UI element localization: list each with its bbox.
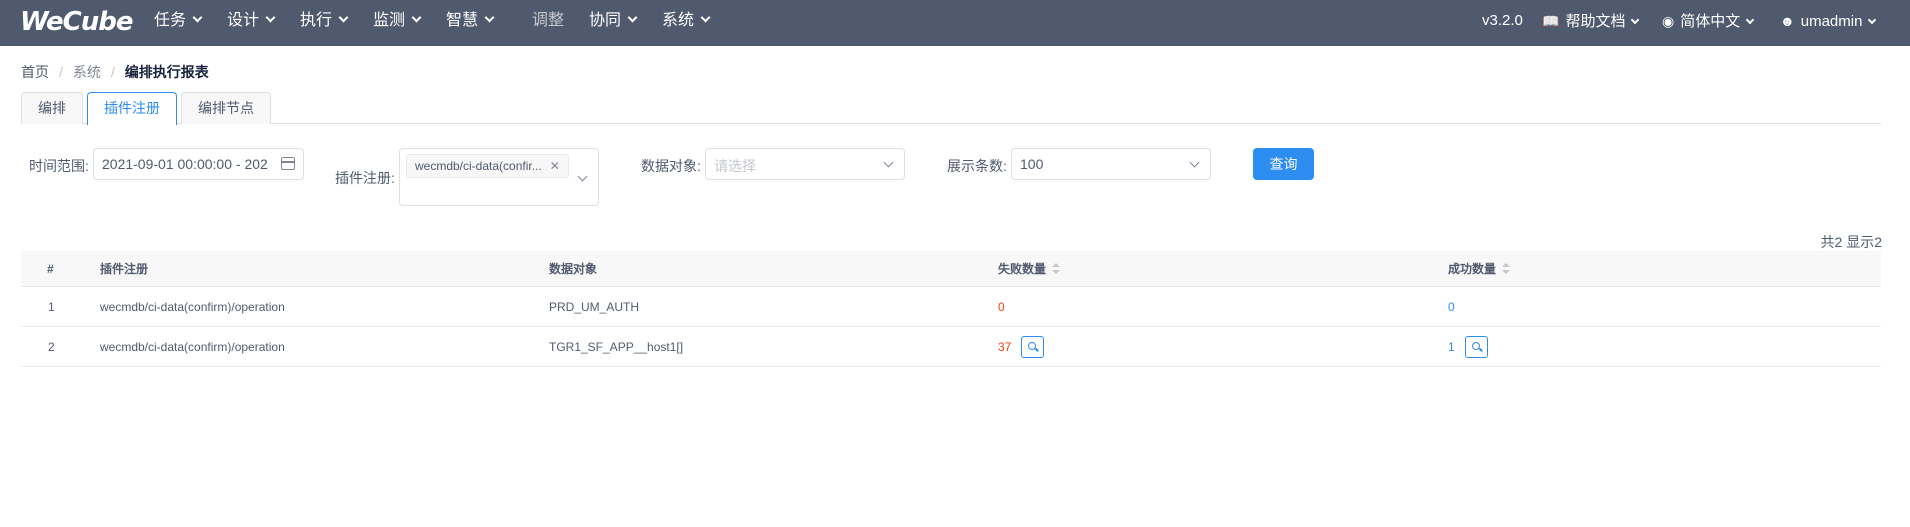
column-data-object: 数据对象 [549,262,598,276]
row-index: 1 [48,299,55,314]
view-failed-button[interactable] [1021,335,1045,358]
calendar-icon [281,157,295,170]
chevron-down-icon [627,12,638,23]
chevron-down-icon [1631,15,1640,25]
chevron-down-icon [577,171,588,182]
chevron-down-icon [411,12,422,23]
chevron-down-icon [1868,15,1877,25]
row-success-count: 1 [1448,339,1455,354]
column-index: # [47,261,54,276]
chevron-down-icon [484,12,495,23]
breadcrumb: 首页 / 系统 / 编排执行报表 [21,64,209,80]
chevron-down-icon [192,12,203,23]
user-icon: ☻ [1780,13,1795,29]
chevron-down-icon [1745,15,1755,25]
nav-adjust[interactable]: 调整 [532,0,564,46]
close-icon[interactable]: ✕ [550,159,560,173]
display-count-label: 展示条数: [947,158,1007,174]
data-object-label: 数据对象: [641,158,701,174]
selected-plugin-tag: wecmdb/ci-data(confir... ✕ [406,154,569,178]
breadcrumb-current: 编排执行报表 [124,64,209,80]
row-failed-count: 37 [998,339,1012,354]
book-icon: 📖 [1542,13,1560,29]
nav-task[interactable]: 任务 [154,0,203,46]
report-table: # 插件注册 数据对象 失败数量 成功数量 1 wecmdb/ci-data(c… [21,251,1881,367]
chevron-down-icon [883,157,894,168]
language-menu[interactable]: ◉ 简体中文 [1662,0,1755,46]
plugin-label: 插件注册: [335,170,395,186]
globe-icon: ◉ [1662,13,1675,29]
nav-system[interactable]: 系统 [662,0,711,46]
data-object-select[interactable]: 请选择 [705,148,905,180]
tab-plugin-registration[interactable]: 插件注册 [87,92,177,125]
version-label: v3.2.0 [1482,12,1523,29]
view-success-button[interactable] [1464,335,1488,358]
row-data-object: TGR1_SF_APP__host1[] [549,339,684,354]
breadcrumb-home[interactable]: 首页 [21,64,49,80]
display-count-select[interactable]: 100 [1011,148,1211,180]
help-docs-menu[interactable]: 📖 帮助文档 [1542,0,1640,46]
nav-collaborate[interactable]: 协同 [589,0,638,46]
table-row: 2 wecmdb/ci-data(confirm)/operation TGR1… [21,327,1881,367]
chevron-down-icon [1189,157,1200,168]
breadcrumb-system[interactable]: 系统 [73,64,101,80]
row-failed-count: 0 [998,299,1005,314]
row-data-object: PRD_UM_AUTH [549,299,640,314]
top-navbar: WeCube 任务 设计 执行 监测 智慧 调整 协同 系统 v3.2.0 📖 帮… [0,0,1910,46]
tabs-divider [21,123,1881,124]
column-failed[interactable]: 失败数量 [998,251,1061,286]
time-range-picker[interactable]: 2021-09-01 00:00:00 - 202 [93,148,304,180]
sort-icon[interactable] [1052,262,1061,275]
plugin-multiselect[interactable]: wecmdb/ci-data(confir... ✕ [399,148,599,206]
table-header: # 插件注册 数据对象 失败数量 成功数量 [21,251,1881,287]
chevron-down-icon [338,12,349,23]
table-row: 1 wecmdb/ci-data(confirm)/operation PRD_… [21,287,1881,327]
nav-design[interactable]: 设计 [227,0,276,46]
row-plugin: wecmdb/ci-data(confirm)/operation [100,339,285,354]
column-success[interactable]: 成功数量 [1448,251,1511,286]
row-success-cell: 1 [1448,327,1488,366]
nav-intelligence[interactable]: 智慧 [446,0,495,46]
chevron-down-icon [265,12,276,23]
nav-monitor[interactable]: 监测 [373,0,422,46]
row-index: 2 [48,339,55,354]
tab-orchestration-node[interactable]: 编排节点 [181,92,271,124]
query-button[interactable]: 查询 [1253,148,1314,180]
result-summary: 共2 显示2 [1820,234,1882,250]
user-menu[interactable]: ☻ umadmin [1780,0,1877,46]
sort-icon[interactable] [1502,262,1511,275]
chevron-down-icon [700,12,711,23]
row-plugin: wecmdb/ci-data(confirm)/operation [100,299,285,314]
tab-orchestration[interactable]: 编排 [21,92,83,124]
nav-execute[interactable]: 执行 [300,0,349,46]
row-success-count: 0 [1448,299,1455,314]
column-plugin: 插件注册 [100,262,149,276]
time-range-label: 时间范围: [29,158,89,174]
row-failed-cell: 37 [998,327,1045,366]
wecube-logo[interactable]: WeCube [20,7,133,37]
